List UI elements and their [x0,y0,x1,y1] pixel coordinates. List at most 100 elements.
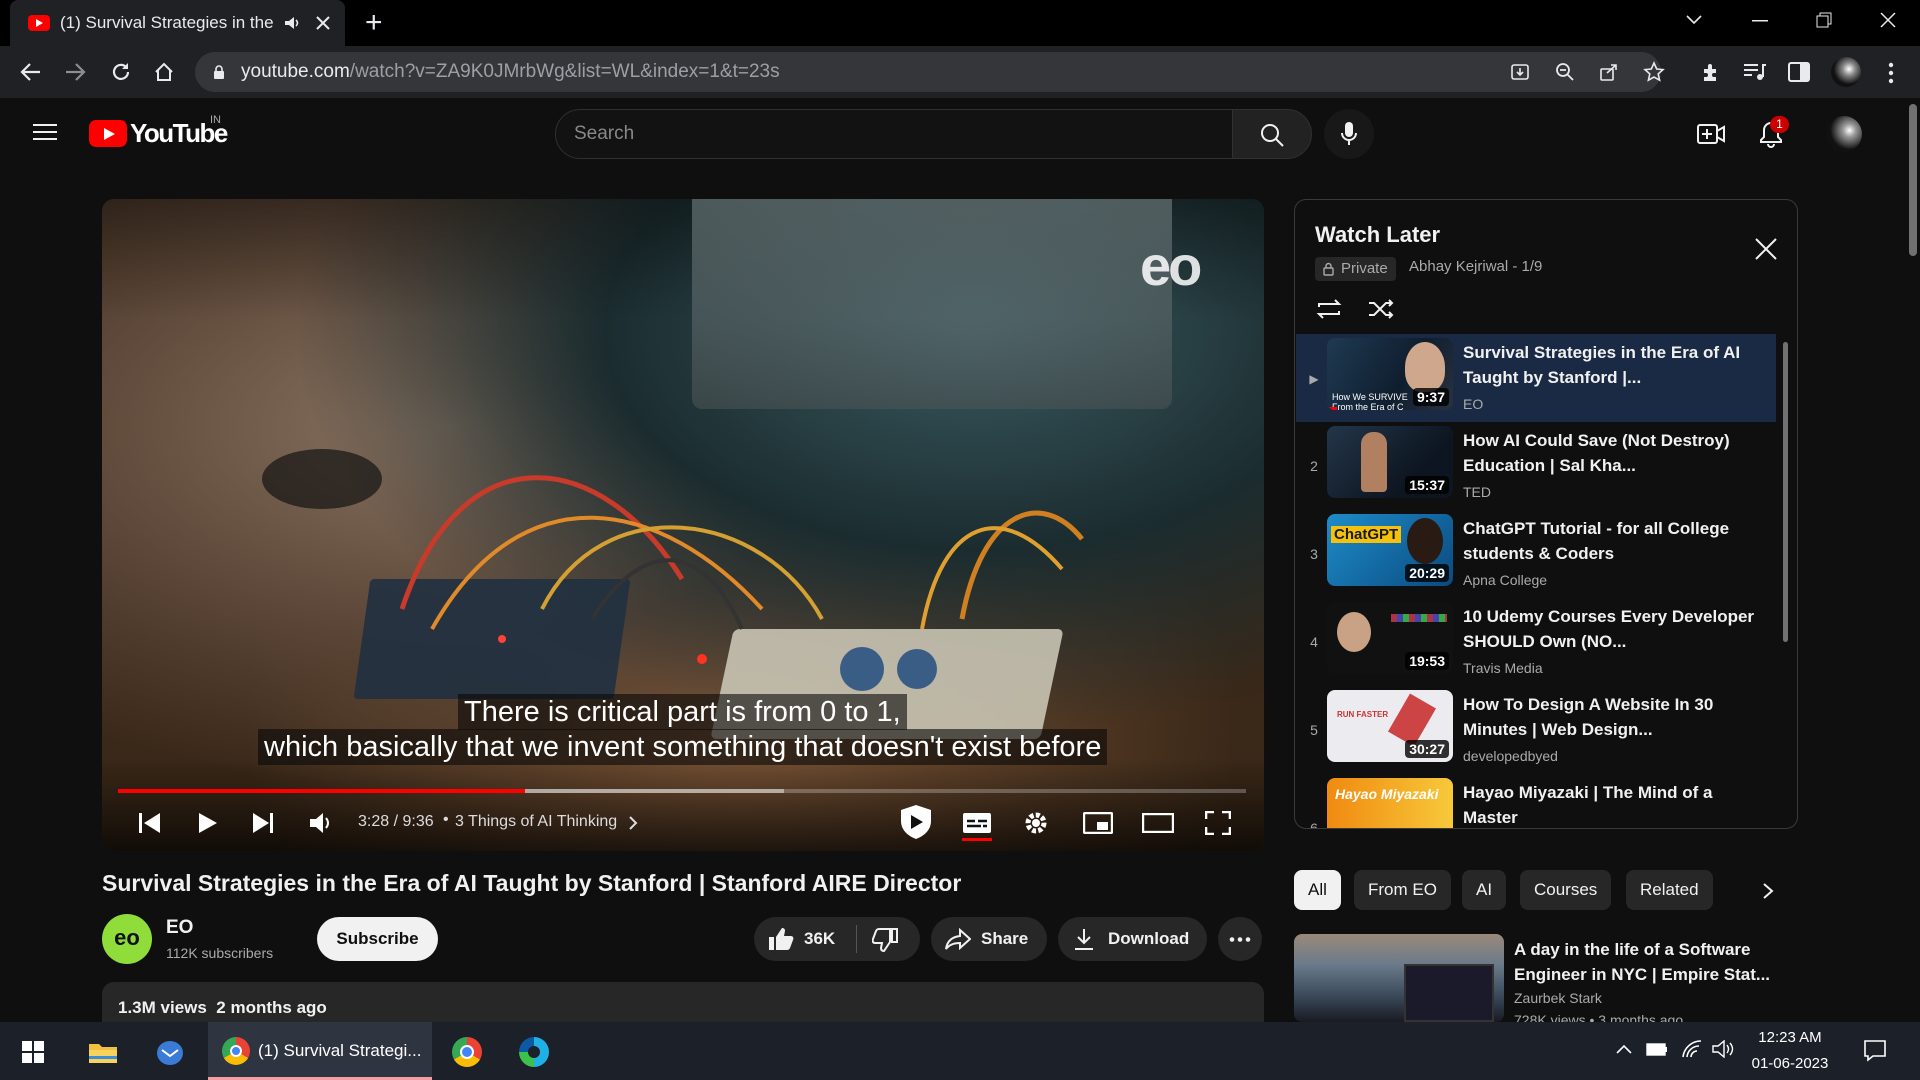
tab-search-chevron-icon[interactable] [1686,15,1702,25]
playlist-thumbnail[interactable]: 15:37 [1327,426,1453,498]
profile-avatar[interactable] [1831,57,1861,87]
bookmark-star-icon[interactable] [1643,61,1665,83]
playlist-item-title: Hayao Miyazaki | The Mind of a Master [1463,783,1713,827]
browser-menu-icon[interactable] [1888,62,1894,84]
chip-ai[interactable]: AI [1462,870,1507,910]
new-tab-button[interactable]: + [365,8,383,38]
chapter-title[interactable]: 3 Things of AI Thinking [455,813,617,831]
extensions-icon[interactable] [1700,62,1722,84]
lock-icon[interactable] [213,64,225,80]
recommendation-meta: 728K views • 3 months ago [1514,1012,1684,1022]
speaker-icon[interactable] [284,16,302,30]
address-bar[interactable]: youtube.com/watch?v=ZA9K0JMrbWg&list=WL&… [195,52,1665,92]
playlist-item[interactable]: 6 Hayao Miyazaki Hayao Miyazaki | The Mi… [1296,774,1776,828]
playlist-item[interactable]: 3 ChatGPT 20:29 ChatGPT Tutorial - for a… [1296,510,1776,598]
install-app-icon[interactable] [1510,62,1530,82]
reload-icon[interactable] [110,61,132,83]
search-box[interactable]: Search [555,109,1233,159]
wifi-icon[interactable] [1682,1040,1702,1058]
playlist-item[interactable]: 2 15:37 How AI Could Save (Not Destroy) … [1296,422,1776,510]
next-icon[interactable] [251,812,275,834]
channel-avatar[interactable]: eo [102,914,152,964]
search-button[interactable] [1232,109,1312,159]
home-icon[interactable] [153,61,175,83]
chip-courses[interactable]: Courses [1520,870,1612,910]
page-scrollbar-thumb[interactable] [1909,104,1917,256]
shuffle-playlist-icon[interactable] [1367,298,1395,320]
restore-icon[interactable] [1816,12,1832,28]
loop-playlist-icon[interactable] [1315,298,1343,320]
share-button[interactable]: Share [931,917,1047,961]
chip-related[interactable]: Related [1626,870,1713,910]
edge-icon[interactable] [519,1037,549,1067]
share-page-icon[interactable] [1599,62,1619,82]
more-actions-button[interactable] [1218,917,1262,961]
chapter-chevron-icon[interactable] [628,815,638,831]
account-avatar[interactable] [1826,116,1862,152]
playlist-thumbnail[interactable]: 19:53 [1327,602,1453,674]
chip-from-eo[interactable]: From EO [1354,870,1451,910]
battery-icon[interactable] [1646,1041,1668,1057]
browser-tab-active[interactable]: (1) Survival Strategies in the E [10,0,345,46]
minimize-icon[interactable] [1752,20,1768,22]
youtube-logo-icon[interactable] [89,120,127,147]
fullscreen-icon[interactable] [1205,811,1231,835]
playlist-thumbnail[interactable]: RUN FASTER 30:27 [1327,690,1453,762]
download-button[interactable]: Download [1058,917,1207,961]
sound-icon[interactable] [1712,1040,1734,1058]
miniplayer-icon[interactable] [1083,812,1113,834]
like-icon[interactable] [768,927,794,951]
playlist-item[interactable]: 4 19:53 10 Udemy Courses Every Developer… [1296,598,1776,686]
tray-overflow-icon[interactable] [1616,1044,1632,1054]
mail-app-icon[interactable] [155,1038,185,1066]
subscribe-button[interactable]: Subscribe [317,917,438,961]
theater-mode-icon[interactable] [1142,813,1174,833]
recommendation-title[interactable]: A day in the life of a Software Engineer… [1514,937,1784,987]
subtitles-icon[interactable] [962,812,992,834]
playlist-thumbnail[interactable]: Hayao Miyazaki [1327,778,1453,828]
windows-start-icon[interactable] [22,1041,44,1063]
playlist-item[interactable]: ▶ How We SURVIVE From the Era of C 9:37 … [1296,334,1776,422]
volume-icon[interactable] [309,811,335,835]
playlist-item[interactable]: 5 RUN FASTER 30:27 How To Design A Websi… [1296,686,1776,774]
close-window-icon[interactable] [1880,12,1896,28]
playlist-thumbnail[interactable]: ChatGPT 20:29 [1327,514,1453,586]
create-video-icon[interactable] [1697,122,1725,146]
chrome-icon [222,1037,250,1065]
chip-all[interactable]: All [1294,870,1341,910]
clock-time[interactable]: 12:23 AM [1750,1029,1830,1046]
settings-gear-icon[interactable] [1023,810,1049,836]
playlist-title[interactable]: Watch Later [1315,222,1440,248]
search-input[interactable]: Search [574,123,634,145]
file-explorer-icon[interactable] [88,1040,118,1064]
playlist-thumbnail[interactable]: How We SURVIVE From the Era of C 9:37 [1327,338,1453,410]
chips-next-icon[interactable] [1762,882,1774,900]
back-icon[interactable] [20,62,42,82]
side-panel-icon[interactable] [1788,62,1810,82]
playlist-item-number: 5 [1310,722,1318,738]
zoom-icon[interactable] [1555,62,1575,82]
notification-center-icon[interactable] [1864,1040,1886,1062]
voice-search-button[interactable] [1324,109,1374,159]
media-controls-icon[interactable] [1743,62,1767,82]
sponsor-shield-icon[interactable] [898,803,934,841]
close-tab-icon[interactable] [316,16,330,30]
played-bar [118,789,525,793]
progress-bar[interactable] [118,789,1246,793]
playlist-item-channel: TED [1463,484,1491,500]
forward-icon[interactable] [64,62,86,82]
dislike-icon[interactable] [872,928,898,952]
recommendation-thumbnail[interactable] [1294,934,1504,1022]
clock-date[interactable]: 01-06-2023 [1750,1055,1830,1072]
chrome-taskbar-button[interactable]: (1) Survival Strategi... [208,1022,432,1080]
like-count[interactable]: 36K [804,929,835,949]
play-icon[interactable] [198,812,218,834]
hamburger-menu-icon[interactable] [33,123,57,141]
chrome-profile-2-icon[interactable] [452,1037,482,1067]
duration-badge: 19:53 [1405,652,1449,670]
recommendation-channel[interactable]: Zaurbek Stark [1514,990,1602,1006]
previous-icon[interactable] [138,812,162,834]
playlist-scrollbar[interactable] [1783,342,1788,642]
close-playlist-icon[interactable] [1755,238,1777,260]
channel-name[interactable]: EO [166,917,193,939]
